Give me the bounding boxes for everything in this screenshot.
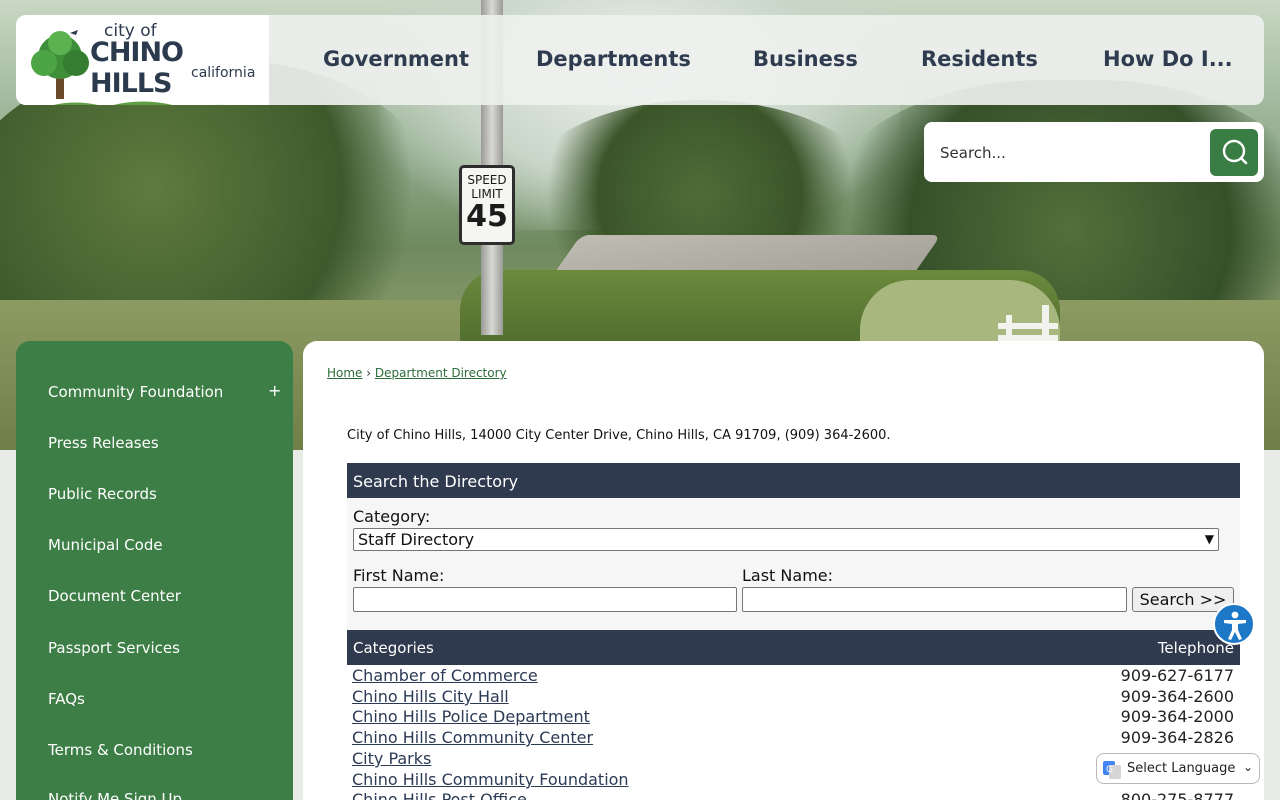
header-categories: Categories (353, 639, 434, 657)
phone-number: 909-627-6177 (1120, 666, 1234, 685)
sidebar-item-press-releases[interactable]: Press Releases (48, 434, 159, 452)
phone-number: 909-364-2826 (1120, 728, 1234, 747)
svg-text:G: G (1106, 765, 1113, 775)
category-select[interactable]: Staff Directory ▼ (353, 528, 1219, 551)
expand-icon[interactable]: + (268, 381, 281, 400)
table-row: Chino Hills Police Department 909-364-20… (347, 707, 1240, 728)
directory-link[interactable]: City Parks (352, 749, 431, 768)
table-row: Chino Hills Community Center 909-364-282… (347, 728, 1240, 749)
directory-link[interactable]: Chino Hills Community Foundation (352, 770, 629, 789)
directory-link[interactable]: Chino Hills Police Department (352, 707, 590, 726)
language-select[interactable]: G Select Language ⌄ (1096, 753, 1260, 784)
first-name-field[interactable] (353, 587, 737, 612)
sidebar-item-municipal-code[interactable]: Municipal Code (48, 536, 163, 554)
sidebar-item-public-records[interactable]: Public Records (48, 485, 157, 503)
search-button[interactable] (1210, 129, 1258, 176)
google-translate-icon: G (1103, 761, 1121, 779)
chevron-down-icon: ⌄ (1243, 760, 1254, 774)
category-selected: Staff Directory (358, 530, 475, 549)
last-name-field[interactable] (742, 587, 1127, 612)
breadcrumb-separator: › (366, 366, 372, 380)
nav-departments[interactable]: Departments (536, 47, 691, 71)
speed-limit-sign: SPEED LIMIT 45 (459, 165, 515, 245)
breadcrumb-current[interactable]: Department Directory (375, 366, 507, 380)
chevron-down-icon: ▼ (1204, 532, 1214, 546)
sidebar-item-passport-services[interactable]: Passport Services (48, 639, 180, 657)
nav-residents[interactable]: Residents (921, 47, 1038, 71)
breadcrumb-home[interactable]: Home (327, 366, 362, 380)
directory-link[interactable]: Chino Hills Community Center (352, 728, 593, 747)
nav-business[interactable]: Business (753, 47, 858, 71)
phone-number: 909-364-2000 (1120, 707, 1234, 726)
fence (998, 305, 1058, 345)
sidebar-item-faqs[interactable]: FAQs (48, 690, 85, 708)
hills-icon (54, 101, 227, 105)
directory-heading: Search the Directory (353, 472, 519, 491)
sidebar-item-terms-conditions[interactable]: Terms & Conditions (48, 741, 193, 759)
breadcrumb: Home › Department Directory (327, 366, 507, 380)
category-label: Category: (353, 507, 431, 526)
search-icon (1222, 139, 1248, 165)
sidebar-item-community-foundation[interactable]: Community Foundation (48, 383, 223, 401)
table-row: Chino Hills City Hall 909-364-2600 (347, 687, 1240, 708)
accessibility-icon (1224, 611, 1246, 640)
search-placeholder: Search... (940, 144, 1006, 162)
accessibility-button[interactable] (1213, 603, 1255, 645)
city-logo[interactable]: city of CHINO HILLS california (16, 15, 269, 105)
nav-government[interactable]: Government (323, 47, 469, 71)
main-nav: Government Departments Business Resident… (269, 15, 1264, 105)
directory-link[interactable]: Chino Hills City Hall (352, 687, 509, 706)
directory-table-header: Categories Telephone (347, 630, 1240, 665)
language-select-label: Select Language (1127, 761, 1236, 776)
last-name-label: Last Name: (742, 566, 834, 585)
sidebar: Community Foundation + Press Releases Pu… (16, 341, 293, 800)
nav-how-do-i[interactable]: How Do I... (1103, 47, 1233, 71)
directory-search-header: Search the Directory (347, 463, 1240, 498)
table-row: Chino Hills Post Office 800-275-8777 (347, 790, 1240, 800)
city-address: City of Chino Hills, 14000 City Center D… (347, 428, 891, 443)
sidebar-item-document-center[interactable]: Document Center (48, 587, 181, 605)
directory-link[interactable]: Chamber of Commerce (352, 666, 538, 685)
logo-california: california (191, 65, 256, 81)
directory-link[interactable]: Chino Hills Post Office (352, 790, 527, 800)
phone-number: 909-364-2600 (1120, 687, 1234, 706)
phone-number: 800-275-8777 (1120, 790, 1234, 800)
table-row: Chamber of Commerce 909-627-6177 (347, 666, 1240, 687)
first-name-label: First Name: (353, 566, 445, 585)
sidebar-item-notify-me[interactable]: Notify Me Sign Up (48, 790, 182, 800)
